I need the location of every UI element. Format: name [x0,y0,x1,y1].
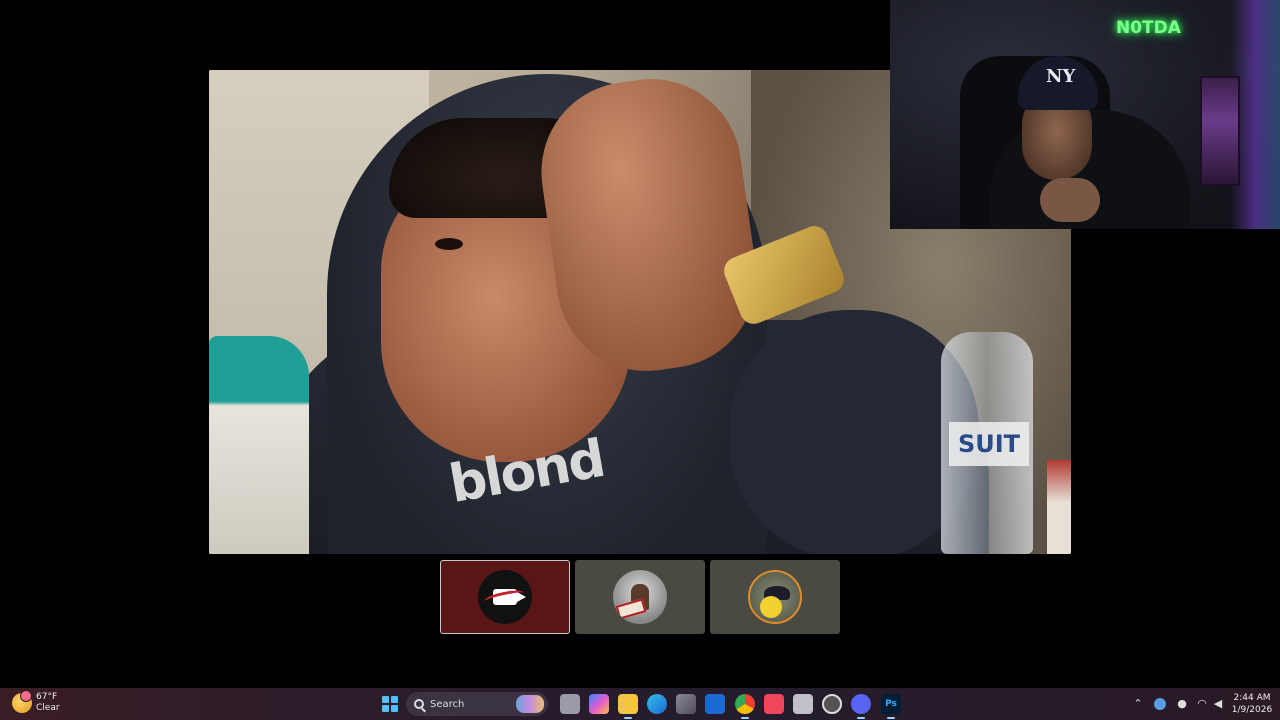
participant-avatar-2 [613,570,667,624]
system-clock[interactable]: 2:44 AM 1/9/2026 [1228,692,1276,716]
weather-text: 67°F Clear [36,692,60,714]
neon-sign: N0TDA [1116,18,1181,38]
tray-app-icon[interactable] [1154,698,1166,710]
pip-person-hand [1040,178,1100,222]
store-icon[interactable] [676,694,696,714]
weather-condition: Clear [36,703,60,713]
clock-time: 2:44 AM [1233,693,1271,703]
taskbar-search[interactable]: Search [406,692,548,716]
self-view-pip[interactable]: NY N0TDA [890,0,1280,229]
copilot-icon[interactable] [589,694,609,714]
participant-tile-1[interactable] [440,560,570,634]
video-call-stage: blond SUIT NY N0TDA [0,0,1280,688]
chrome-icon[interactable] [735,694,755,719]
search-highlight-icon [516,695,544,713]
file-explorer-icon[interactable] [618,694,638,719]
tray-chevron-icon[interactable]: ⌃ [1132,698,1144,710]
camera-avatar-icon [478,570,532,624]
participant-avatar-3 [748,570,802,624]
lit-shelf [1200,76,1240,186]
settings-app-icon[interactable] [793,694,813,714]
teal-cup [209,336,309,554]
task-view-icon[interactable] [560,694,580,714]
red-cup [1047,460,1071,554]
volume-icon[interactable]: ◀ [1212,698,1224,710]
cap-logo: NY [1046,66,1076,87]
taskbar: 67°F Clear Search Ps ⌃ ● ◠ ◀ 2:44 AM 1/9… [0,688,1280,720]
search-icon [414,699,424,709]
weather-temp: 67°F [36,692,58,702]
edge-icon[interactable] [647,694,667,714]
participant-left-eye [435,238,463,250]
participant-tile-3[interactable] [710,560,840,634]
outlook-icon[interactable] [705,694,725,714]
avatar-card [615,598,647,620]
wifi-icon[interactable]: ◠ [1196,698,1208,710]
search-label: Search [430,698,465,710]
avatar-duck [760,596,782,618]
participant-tile-2[interactable] [575,560,705,634]
bottle-label: SUIT [949,422,1029,466]
music-icon[interactable] [764,694,784,714]
discord-icon[interactable] [851,694,871,719]
weather-moon-icon [12,690,32,713]
weather-widget[interactable]: 67°F Clear [12,690,60,714]
clock-app-icon[interactable] [822,694,842,714]
microphone-icon[interactable]: ● [1176,698,1188,710]
clock-date: 1/9/2026 [1231,705,1273,715]
windows-start-icon[interactable] [382,696,398,712]
photoshop-icon[interactable]: Ps [881,694,901,719]
